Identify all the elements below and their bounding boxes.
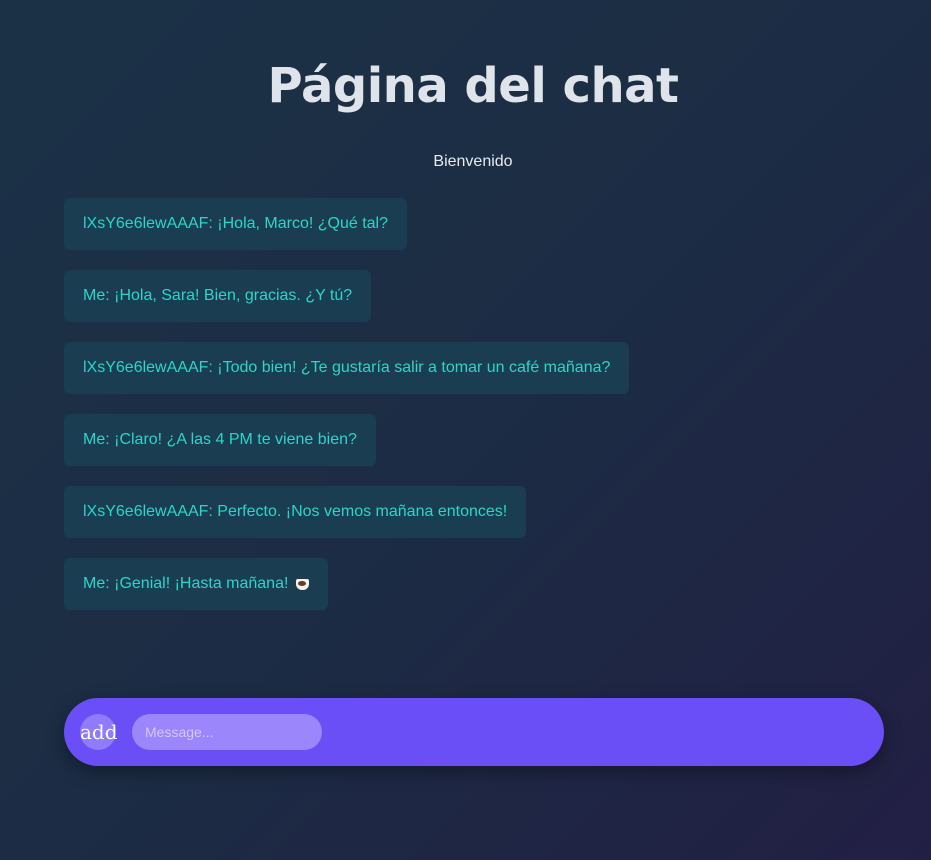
- message-text: Me: ¡Claro! ¿A las 4 PM te viene bien?: [83, 431, 357, 448]
- message-bubble: lXsY6e6lewAAAF: ¡Hola, Marco! ¿Qué tal?: [64, 198, 408, 250]
- message-text: Me: ¡Genial! ¡Hasta mañana!: [83, 575, 289, 592]
- message-list: lXsY6e6lewAAAF: ¡Hola, Marco! ¿Qué tal? …: [64, 198, 630, 610]
- coffee-icon: [296, 578, 310, 590]
- message-bubble: lXsY6e6lewAAAF: ¡Todo bien! ¿Te gustaría…: [64, 342, 630, 394]
- message-bubble: lXsY6e6lewAAAF: Perfecto. ¡Nos vemos mañ…: [64, 486, 527, 538]
- page-title: Página del chat: [267, 58, 679, 114]
- message-text: Me: ¡Hola, Sara! Bien, gracias. ¿Y tú?: [83, 287, 353, 304]
- welcome-text: Bienvenido: [433, 153, 513, 170]
- message-text: lXsY6e6lewAAAF: ¡Hola, Marco! ¿Qué tal?: [83, 215, 389, 232]
- add-button[interactable]: add: [80, 714, 118, 750]
- message-bubble: Me: ¡Genial! ¡Hasta mañana!: [64, 558, 329, 610]
- message-composer: add: [64, 698, 884, 766]
- message-text: lXsY6e6lewAAAF: Perfecto. ¡Nos vemos mañ…: [83, 503, 508, 520]
- message-input[interactable]: [132, 714, 322, 750]
- message-bubble: Me: ¡Claro! ¿A las 4 PM te viene bien?: [64, 414, 376, 466]
- message-text: lXsY6e6lewAAAF: ¡Todo bien! ¿Te gustaría…: [83, 359, 611, 376]
- message-bubble: Me: ¡Hola, Sara! Bien, gracias. ¿Y tú?: [64, 270, 372, 322]
